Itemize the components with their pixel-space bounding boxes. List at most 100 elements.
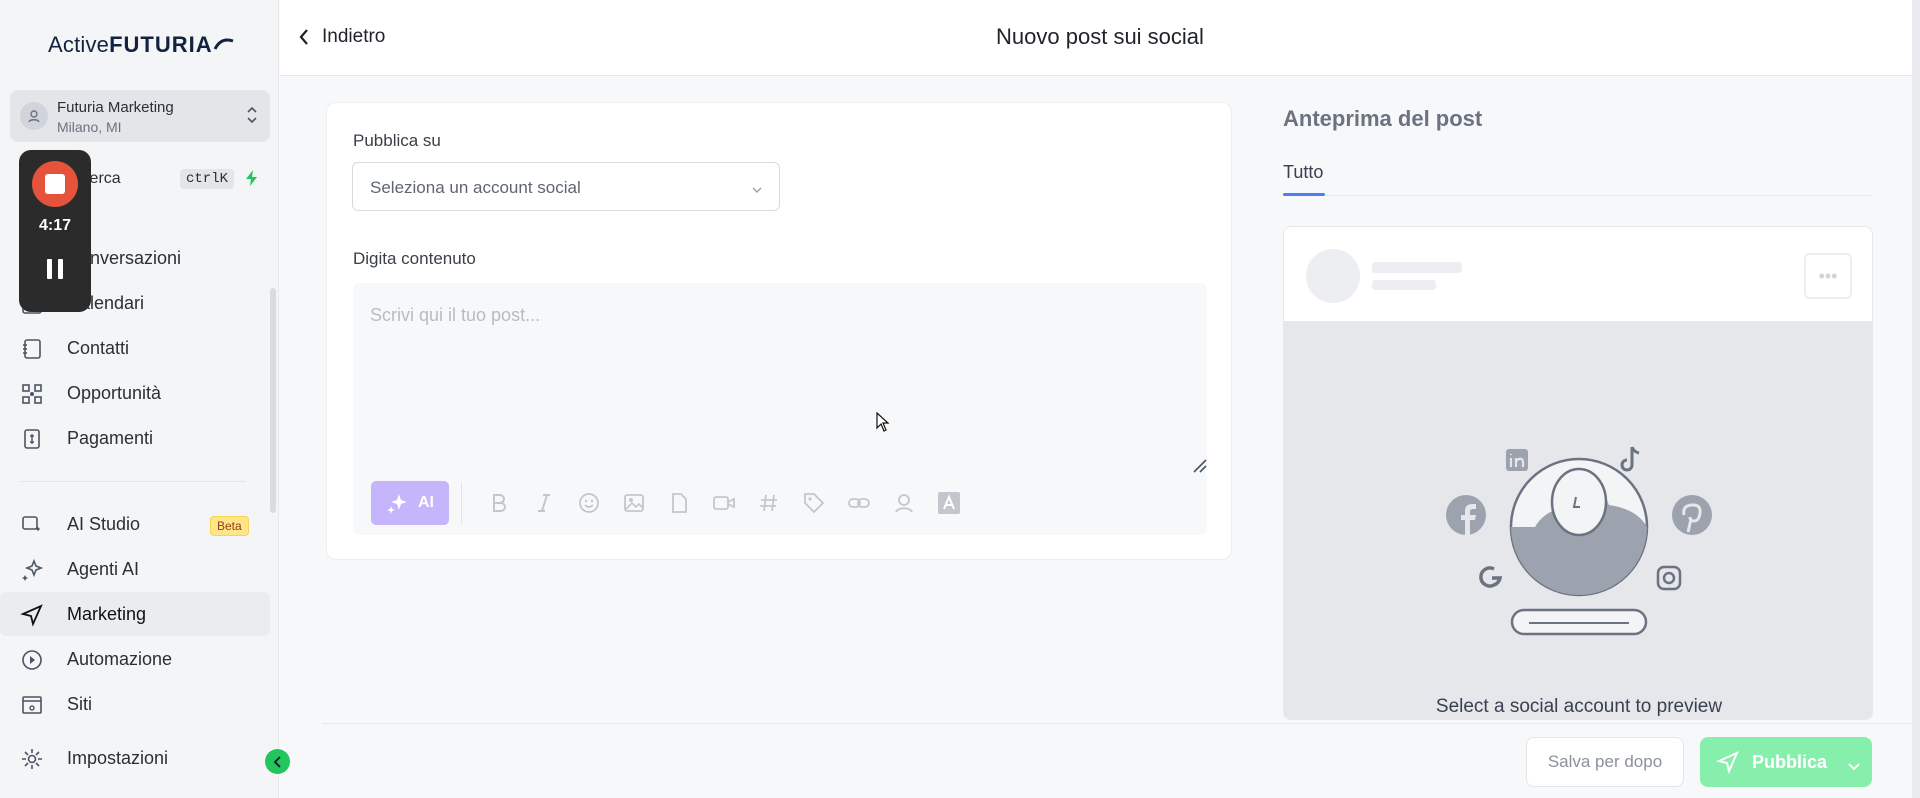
payments-icon [20,427,44,451]
bold-icon[interactable] [476,481,521,525]
send-icon [1715,750,1740,779]
sidebar-item-label: AI Studio [67,514,141,534]
emoji-icon[interactable] [566,481,611,525]
sidebar-item-label: Contatti [67,338,130,358]
chevron-down-icon [751,181,763,199]
skeleton-line [1372,280,1436,290]
pause-icon [47,259,63,279]
automation-icon [20,648,44,672]
page-header: Indietro Nuovo post sui social [280,0,1920,76]
window-edge [1912,0,1920,798]
sidebar: ActiveFUTURIA Futuria Marketing Milano, … [0,0,279,798]
sidebar-item-label: Marketing [67,604,147,624]
recording-timer: 4:17 [38,217,72,234]
sidebar-item-impostazioni[interactable]: Impostazioni [0,736,270,780]
user-icon [20,102,48,130]
sidebar-item-label: Agenti AI [67,559,140,579]
editor-toolbar: AI [371,481,971,525]
link-icon[interactable] [836,481,881,525]
publish-on-label: Pubblica su [353,131,441,150]
post-preview-card: ••• Select a social account to preview [1283,226,1873,720]
footer-divider [322,723,1912,724]
italic-icon[interactable] [521,481,566,525]
publish-label: Pubblica [1752,752,1828,772]
resize-handle-icon[interactable] [1190,456,1208,479]
text-format-icon[interactable] [926,481,971,525]
sites-icon [20,693,44,717]
select-placeholder: Seleziona un account social [370,178,581,197]
hashtag-icon[interactable] [746,481,791,525]
sidebar-item-siti[interactable]: Siti [0,682,270,726]
sidebar-item-label: Impostazioni [67,748,169,768]
chevron-left-icon [273,755,281,768]
preview-title: Anteprima del post [1283,106,1483,131]
sidebar-scrollbar[interactable] [270,288,276,513]
send-icon [20,603,44,627]
account-location: Milano, MI [57,119,122,135]
contacts-icon [20,337,44,361]
stop-recording-button[interactable] [32,161,78,207]
sidebar-item-label: Opportunità [67,383,162,403]
sidebar-divider [20,481,246,482]
ai-studio-icon [20,513,44,537]
sidebar-item-agenti-ai[interactable]: Agenti AI [0,547,270,591]
shortcut-badge: ctrlK [180,169,235,189]
preview-tabs: Tutto [1283,160,1872,196]
more-options-icon: ••• [1804,253,1852,299]
sidebar-item-automazione[interactable]: Automazione [0,637,270,681]
mouse-cursor-icon [876,411,890,437]
account-switcher[interactable]: Futuria Marketing Milano, MI [10,90,270,142]
tiktok-icon [1620,446,1640,472]
stop-icon [45,174,65,194]
sparkles-icon [20,558,44,582]
sidebar-item-contatti[interactable]: Contatti [0,326,270,370]
image-icon[interactable] [611,481,656,525]
preview-header-skeleton: ••• [1284,227,1872,321]
skeleton-line [1372,262,1462,273]
sidebar-item-label: Automazione [67,649,173,669]
preview-empty-message: Select a social account to preview [1435,696,1723,717]
facebook-icon [1446,495,1486,535]
chevron-updown-icon [246,104,258,131]
chevron-down-icon[interactable] [1848,755,1860,776]
social-account-select[interactable]: Seleziona un account social [352,162,780,211]
logo: ActiveFUTURIA [48,32,235,58]
bolt-icon[interactable] [244,169,260,192]
sidebar-item-pagamenti[interactable]: Pagamenti [0,416,270,460]
pause-button[interactable] [45,257,65,286]
sidebar-item-marketing[interactable]: Marketing [0,592,270,636]
opportunities-icon [20,382,44,406]
video-icon[interactable] [701,481,746,525]
instagram-icon [1656,565,1682,591]
post-content-editor[interactable]: Scrivi qui il tuo post... AI [353,283,1207,535]
content-label: Digita contenuto [353,249,476,268]
location-icon[interactable] [881,481,926,525]
profile-avatar-illustration [1509,457,1649,636]
pinterest-icon [1672,495,1712,535]
collapse-sidebar-button[interactable] [265,749,290,774]
page-title: Nuovo post sui social [996,24,1204,49]
active-tab-indicator [1283,193,1325,196]
google-icon [1479,566,1503,588]
ai-button-label: AI [418,494,434,511]
account-name: Futuria Marketing [57,99,174,116]
ai-button[interactable]: AI [371,481,449,525]
toolbar-separator [461,482,462,524]
screen-recorder-widget: 4:17 [19,150,91,312]
gear-icon [20,747,44,771]
sidebar-item-opportunita[interactable]: Opportunità [0,371,270,415]
document-icon[interactable] [656,481,701,525]
linkedin-icon [1506,449,1528,471]
tab-tutto[interactable]: Tutto [1283,162,1323,183]
post-form-card: Pubblica su Seleziona un account social … [326,102,1232,560]
editor-placeholder: Scrivi qui il tuo post... [370,305,541,325]
publish-button[interactable]: Pubblica [1700,737,1872,787]
sparkles-icon [387,494,407,514]
sidebar-item-label: Pagamenti [67,428,154,448]
sidebar-item-ai-studio[interactable]: AI Studio Beta [0,502,270,546]
social-network-illustration [1446,446,1712,636]
beta-badge: Beta [210,516,249,536]
save-for-later-button[interactable]: Salva per dopo [1526,737,1684,787]
sidebar-item-label: Siti [67,694,93,714]
tag-icon[interactable] [791,481,836,525]
